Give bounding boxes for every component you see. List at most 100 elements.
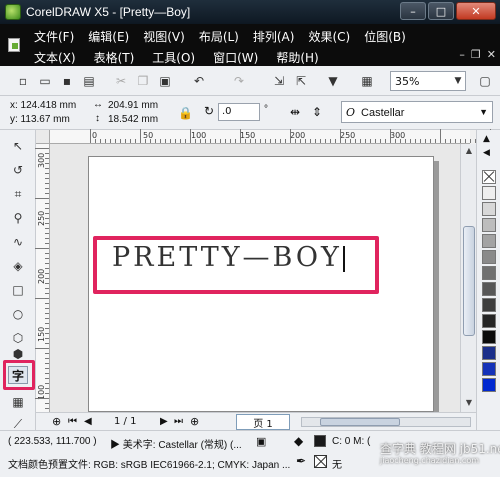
zoom-level-select[interactable]: 35% ▼ xyxy=(390,71,466,91)
width-field[interactable]: 204.91 mm xyxy=(108,100,158,111)
palette-swatch[interactable] xyxy=(482,266,496,280)
crop-tool-icon[interactable]: ⌗ xyxy=(6,184,30,204)
menu-help[interactable]: 帮助(H) xyxy=(276,49,318,66)
menu-arrange[interactable]: 排列(A) xyxy=(253,28,295,45)
zoom-level-value: 35% xyxy=(395,74,420,88)
rotation-angle-field[interactable]: .0 xyxy=(218,103,260,121)
pick-tool-icon[interactable]: ↖ xyxy=(6,136,30,156)
artistic-text[interactable]: PRETTY—BOY xyxy=(112,242,345,273)
previous-page-icon[interactable]: ◀ xyxy=(84,416,92,427)
copy-icon[interactable]: ❐ xyxy=(134,72,152,90)
vertical-scrollbar[interactable]: ▲ ▼ xyxy=(460,144,476,412)
menu-table[interactable]: 表格(T) xyxy=(94,49,135,66)
minimize-button[interactable]: – xyxy=(400,2,426,20)
ruler-tick xyxy=(145,139,146,143)
menu-layout[interactable]: 布局(L) xyxy=(199,28,239,45)
horizontal-scrollbar[interactable] xyxy=(301,417,471,427)
doc-minimize-button[interactable]: – xyxy=(459,48,465,61)
new-icon[interactable]: ▫ xyxy=(14,72,32,90)
ruler-tick xyxy=(45,188,49,189)
save-icon[interactable]: ▪ xyxy=(58,72,76,90)
x-position-field[interactable]: x: 124.418 mm xyxy=(10,100,76,111)
palette-swatch[interactable] xyxy=(482,330,496,344)
palette-swatch[interactable] xyxy=(482,218,496,232)
menu-file[interactable]: 文件(F) xyxy=(34,28,74,45)
horizontal-scroll-thumb[interactable] xyxy=(320,418,400,426)
welcome-screen-icon[interactable]: ▦ xyxy=(358,72,376,90)
no-color-swatch[interactable] xyxy=(482,170,496,184)
export-icon[interactable]: ⇱ xyxy=(292,72,310,90)
palette-swatch[interactable] xyxy=(482,202,496,216)
mirror-vertical-icon[interactable]: ⇕ xyxy=(312,105,322,119)
palette-swatch[interactable] xyxy=(482,298,496,312)
zoom-tool-icon[interactable]: ⚲ xyxy=(6,208,30,228)
import-icon[interactable]: ⇲ xyxy=(270,72,288,90)
ruler-origin[interactable] xyxy=(36,130,50,144)
menu-window[interactable]: 窗口(W) xyxy=(213,49,258,66)
open-icon[interactable]: ▭ xyxy=(36,72,54,90)
fill-properties-icon[interactable]: ▣ xyxy=(256,435,266,448)
palette-swatch[interactable] xyxy=(482,250,496,264)
ellipse-tool-icon[interactable]: ○ xyxy=(6,304,30,324)
drawing-canvas[interactable]: PRETTY—BOY xyxy=(50,144,460,412)
maximize-button[interactable]: □ xyxy=(428,2,454,20)
freehand-tool-icon[interactable]: ∿ xyxy=(6,232,30,252)
menu-effects[interactable]: 效果(C) xyxy=(308,28,350,45)
palette-swatch[interactable] xyxy=(482,314,496,328)
undo-icon[interactable]: ↶ xyxy=(190,72,208,90)
palette-swatch[interactable] xyxy=(482,378,496,392)
vertical-ruler[interactable]: 300 250 200 150 100 xyxy=(35,144,50,414)
application-launcher-icon[interactable]: ▼ xyxy=(324,72,342,90)
palette-swatch[interactable] xyxy=(482,362,496,376)
zoom-page-icon[interactable]: ▢ xyxy=(476,72,494,90)
menu-bitmaps[interactable]: 位图(B) xyxy=(364,28,406,45)
first-page-icon[interactable]: ⏮ xyxy=(68,416,77,427)
shape-tool-icon[interactable]: ↺ xyxy=(6,160,30,180)
scroll-down-icon[interactable]: ▼ xyxy=(463,398,475,410)
chevron-down-icon: ▼ xyxy=(454,76,462,86)
next-page-icon[interactable]: ▶ xyxy=(160,416,168,427)
page-tab-1[interactable]: 页 1 xyxy=(236,414,290,430)
palette-swatch[interactable] xyxy=(482,186,496,200)
menu-tools[interactable]: 工具(O) xyxy=(152,49,195,66)
height-field[interactable]: 18.542 mm xyxy=(108,114,158,125)
table-tool-icon[interactable]: ▦ xyxy=(6,392,30,412)
horizontal-ruler[interactable]: 0 50 100 150 200 250 300 xyxy=(50,129,496,144)
vertical-scroll-thumb[interactable] xyxy=(463,226,475,336)
ruler-tick xyxy=(170,139,171,143)
font-list-select[interactable]: O Castellar ▼ xyxy=(341,101,493,123)
menu-text[interactable]: 文本(X) xyxy=(34,49,76,66)
last-page-icon[interactable]: ⏭ xyxy=(174,416,183,427)
cut-icon[interactable]: ✂ xyxy=(112,72,130,90)
doc-close-button[interactable]: ✕ xyxy=(487,48,496,61)
fill-color-swatch[interactable] xyxy=(314,435,326,447)
menu-view[interactable]: 视图(V) xyxy=(143,28,185,45)
palette-swatch[interactable] xyxy=(482,346,496,360)
lock-ratio-icon[interactable]: 🔒 xyxy=(178,106,193,120)
outline-color-swatch[interactable] xyxy=(314,455,327,468)
color-profile-info[interactable]: 文档颜色预置文件: RGB: sRGB IEC61966-2.1; CMYK: … xyxy=(8,456,290,471)
doc-restore-button[interactable]: ❐ xyxy=(471,48,481,61)
scroll-up-icon[interactable]: ▲ xyxy=(463,146,475,158)
close-button[interactable]: ✕ xyxy=(456,2,496,20)
paste-icon[interactable]: ▣ xyxy=(156,72,174,90)
smart-fill-icon[interactable]: ◈ xyxy=(6,256,30,276)
ruler-tick xyxy=(45,383,49,384)
ruler-tick xyxy=(465,139,466,143)
document-icon[interactable] xyxy=(8,38,20,52)
y-position-field[interactable]: y: 113.67 mm xyxy=(10,114,70,125)
ruler-tick xyxy=(320,139,321,143)
menu-edit[interactable]: 编辑(E) xyxy=(88,28,129,45)
palette-swatch[interactable] xyxy=(482,234,496,248)
rectangle-tool-icon[interactable]: □ xyxy=(6,280,30,300)
add-page-after-icon[interactable]: ⊕ xyxy=(190,415,199,428)
add-page-icon[interactable]: ⊕ xyxy=(52,415,61,428)
palette-swatch[interactable] xyxy=(482,282,496,296)
print-icon[interactable]: ▤ xyxy=(80,72,98,90)
text-tool-icon[interactable]: 字 xyxy=(8,366,28,384)
redo-icon[interactable]: ↷ xyxy=(230,72,248,90)
ruler-tick xyxy=(155,139,156,143)
mirror-horizontal-icon[interactable]: ⇹ xyxy=(290,105,300,119)
palette-menu-icon[interactable]: ◀ xyxy=(483,148,490,158)
palette-scroll-up-icon[interactable]: ▲ xyxy=(483,134,490,144)
